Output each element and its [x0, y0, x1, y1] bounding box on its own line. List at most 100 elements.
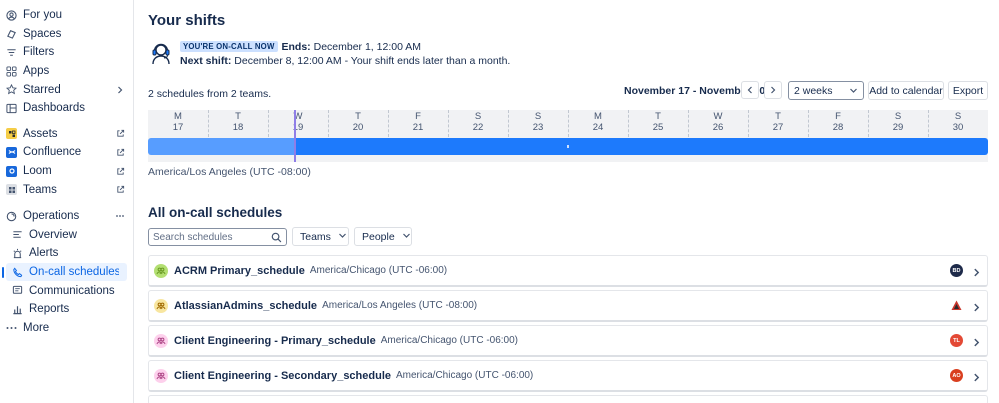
schedules-count: 2 schedules from 2 teams.	[148, 88, 272, 100]
sidebar: For you Spaces Filters Apps Starred Dash…	[0, 0, 134, 403]
sidebar-item-loom[interactable]: Loom	[0, 162, 133, 181]
sidebar-item-teams[interactable]: Teams	[0, 180, 133, 199]
timeline-day: M 24	[592, 111, 604, 133]
schedule-row[interactable]: Client Engineering - Primary_schedule Am…	[148, 325, 988, 357]
chevron-down-icon	[338, 231, 347, 243]
message-icon	[12, 285, 23, 296]
sidebar-item-label: Communications	[29, 284, 115, 297]
chevron-down-icon	[402, 231, 411, 243]
sidebar-item-spaces[interactable]: Spaces	[0, 25, 133, 44]
current-time-indicator	[294, 110, 296, 162]
sidebar-item-apps[interactable]: Apps	[0, 62, 133, 81]
on-call-now-badge: YOU'RE ON-CALL NOW	[180, 41, 278, 52]
sidebar-item-label: Spaces	[23, 27, 62, 40]
avatar: TL	[950, 334, 963, 347]
sidebar-item-label: On-call schedules	[29, 266, 119, 279]
sidebar-item-label: Confluence	[23, 146, 82, 159]
timeline-day: S 30	[952, 111, 964, 133]
schedule-timezone: America/Los Angeles (UTC -08:00)	[322, 300, 478, 311]
sidebar-item-label: Loom	[23, 165, 52, 178]
sidebar-item-confluence[interactable]: Confluence	[0, 143, 133, 162]
sidebar-item-label: Reports	[29, 303, 70, 316]
sidebar-item-starred[interactable]: Starred	[0, 80, 133, 99]
sidebar-item-dashboards[interactable]: Dashboards	[0, 99, 133, 118]
search-placeholder: Search schedules	[153, 231, 233, 243]
sidebar-item-label: More	[23, 321, 50, 334]
sidebar-item-assets[interactable]: Assets	[0, 125, 133, 144]
external-link-icon	[115, 166, 125, 176]
chart-bar-icon	[12, 304, 23, 315]
confluence-app-icon	[6, 146, 17, 158]
main-content: Your shifts YOU'RE ON-CALL NOW Ends: Dece…	[134, 0, 999, 403]
schedule-name: ACRM Primary_schedule	[174, 264, 305, 277]
team-people-icon	[154, 298, 168, 313]
sidebar-item-more[interactable]: More	[0, 319, 133, 338]
team-people-icon	[154, 368, 168, 383]
schedule-row[interactable]: ACRM Primary_schedule America/Chicago (U…	[148, 255, 988, 287]
chevron-right-icon[interactable]	[972, 336, 981, 350]
timeline-day: T 18	[232, 111, 244, 133]
timeline-day: M 17	[172, 111, 184, 133]
upcoming-shift-bar[interactable]	[295, 138, 988, 155]
timeline-day: T 20	[352, 111, 364, 133]
previous-period-button[interactable]	[741, 81, 759, 99]
sidebar-item-on-call-schedules[interactable]: On-call schedules	[2, 262, 127, 282]
teams-filter-label: Teams	[300, 230, 331, 243]
schedule-row-partial[interactable]	[148, 395, 988, 403]
on-call-status: YOU'RE ON-CALL NOW Ends: December 1, 12:0…	[148, 40, 510, 68]
teams-filter-button[interactable]: Teams	[292, 227, 349, 246]
period-select[interactable]: 2 weeks	[788, 81, 864, 100]
schedule-row[interactable]: AtlassianAdmins_schedule America/Los Ang…	[148, 290, 988, 322]
export-button[interactable]: Export	[948, 81, 988, 100]
chevron-right-icon[interactable]	[972, 301, 981, 315]
chevron-right-icon[interactable]	[972, 266, 981, 280]
sidebar-item-filters[interactable]: Filters	[0, 43, 133, 62]
phone-icon	[12, 267, 23, 278]
timeline-day: T 27	[772, 111, 784, 133]
sidebar-item-reports[interactable]: Reports	[0, 300, 133, 319]
people-filter-button[interactable]: People	[354, 227, 412, 246]
ends-value: December 1, 12:00 AM	[313, 41, 421, 53]
team-people-icon	[154, 333, 168, 348]
sidebar-item-operations[interactable]: Operations	[0, 207, 133, 226]
external-link-icon	[115, 129, 125, 139]
chevron-left-icon	[746, 83, 754, 97]
period-select-value: 2 weeks	[794, 84, 833, 97]
chevron-right-icon[interactable]	[972, 371, 981, 385]
sidebar-item-overview[interactable]: Overview	[0, 226, 133, 245]
apps-icon	[6, 66, 17, 77]
external-link-icon	[115, 147, 125, 157]
timeline-timezone: America/Los Angeles (UTC -08:00)	[148, 166, 311, 178]
people-filter-label: People	[362, 230, 395, 243]
assets-app-icon	[6, 128, 17, 140]
sidebar-item-label: Dashboards	[23, 102, 86, 115]
star-icon	[6, 84, 17, 95]
page-title: Your shifts	[148, 12, 226, 29]
sidebar-item-label: Filters	[23, 46, 55, 59]
sidebar-item-label: Alerts	[29, 247, 59, 260]
sidebar-item-label: Teams	[23, 183, 57, 196]
next-period-button[interactable]	[764, 81, 782, 99]
siren-icon	[12, 248, 23, 259]
chevron-right-icon[interactable]	[115, 85, 125, 95]
filter-icon	[6, 47, 17, 58]
more-options-icon[interactable]	[115, 211, 125, 221]
sidebar-item-label: For you	[23, 9, 62, 22]
past-shift-bar[interactable]	[148, 138, 295, 155]
sidebar-item-alerts[interactable]: Alerts	[0, 244, 133, 263]
schedule-timezone: America/Chicago (UTC -06:00)	[309, 265, 448, 276]
spaces-icon	[6, 28, 17, 40]
timeline-day: S 29	[892, 111, 904, 133]
add-to-calendar-button[interactable]: Add to calendar	[868, 81, 944, 100]
sidebar-item-communications[interactable]: Communications	[0, 281, 133, 300]
overview-icon	[12, 229, 23, 240]
next-shift-value: December 8, 12:00 AM - Your shift ends l…	[234, 55, 511, 67]
operations-icon	[6, 211, 17, 222]
avatar: AO	[950, 369, 963, 382]
schedule-row[interactable]: Client Engineering - Secondary_schedule …	[148, 360, 988, 392]
search-icon	[271, 232, 282, 246]
section-title: All on-call schedules	[148, 205, 283, 220]
search-schedules-input[interactable]: Search schedules	[148, 228, 287, 246]
schedule-timezone: America/Chicago (UTC -06:00)	[380, 335, 518, 346]
sidebar-item-for-you[interactable]: For you	[0, 6, 133, 25]
